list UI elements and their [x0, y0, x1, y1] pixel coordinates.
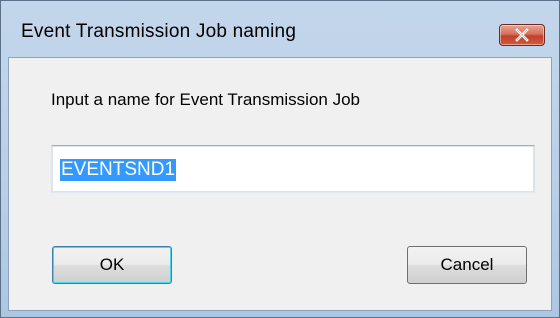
- close-icon: [515, 28, 529, 42]
- ok-button-label: OK: [99, 255, 125, 274]
- job-name-value[interactable]: EVENTSND1: [60, 159, 177, 181]
- cancel-button-label: Cancel: [440, 255, 494, 274]
- dialog-body: Input a name for Event Transmission Job …: [8, 57, 552, 311]
- close-button[interactable]: [499, 24, 545, 46]
- cancel-button[interactable]: Cancel: [407, 246, 527, 284]
- ok-button[interactable]: OK: [52, 246, 172, 284]
- job-name-input[interactable]: EVENTSND1: [51, 145, 535, 193]
- window-title: Event Transmission Job naming: [21, 21, 297, 42]
- dialog-window: Event Transmission Job naming Input a na…: [0, 0, 560, 318]
- prompt-label: Input a name for Event Transmission Job: [51, 90, 360, 109]
